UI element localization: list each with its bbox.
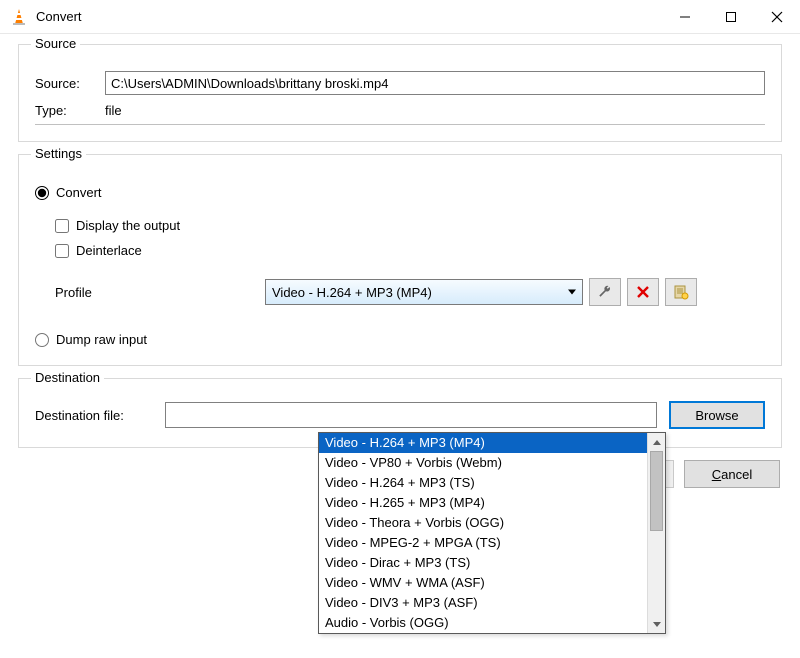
- scroll-thumb[interactable]: [650, 451, 663, 531]
- display-output-row[interactable]: Display the output: [55, 218, 765, 233]
- display-output-checkbox[interactable]: [55, 219, 69, 233]
- profile-option[interactable]: Audio - Vorbis (OGG): [319, 613, 647, 633]
- vlc-cone-icon: [10, 8, 28, 26]
- browse-button[interactable]: Browse: [669, 401, 765, 429]
- delete-x-icon: [636, 285, 650, 299]
- deinterlace-checkbox[interactable]: [55, 244, 69, 258]
- profile-option[interactable]: Video - MPEG-2 + MPGA (TS): [319, 533, 647, 553]
- profile-option[interactable]: Video - Dirac + MP3 (TS): [319, 553, 647, 573]
- destination-file-input[interactable]: [165, 402, 657, 428]
- window-title: Convert: [36, 9, 82, 24]
- chevron-down-icon: [568, 290, 576, 295]
- profile-option[interactable]: Video - H.264 + MP3 (TS): [319, 473, 647, 493]
- settings-legend: Settings: [31, 146, 86, 161]
- dump-raw-row[interactable]: Dump raw input: [35, 332, 765, 347]
- cancel-button[interactable]: Cancel: [684, 460, 780, 488]
- source-group: Source Source: Type: file: [18, 44, 782, 142]
- close-button[interactable]: [754, 0, 800, 33]
- scroll-down-icon[interactable]: [648, 615, 665, 633]
- delete-profile-button[interactable]: [627, 278, 659, 306]
- cancel-rest: ancel: [721, 467, 752, 482]
- source-path-input[interactable]: [105, 71, 765, 95]
- deinterlace-row[interactable]: Deinterlace: [55, 243, 765, 258]
- profile-dropdown[interactable]: Video - H.264 + MP3 (MP4)Video - VP80 + …: [318, 432, 666, 634]
- new-profile-button[interactable]: [665, 278, 697, 306]
- dropdown-scrollbar[interactable]: [647, 433, 665, 633]
- type-value: file: [105, 103, 122, 118]
- source-divider: [35, 124, 765, 125]
- scroll-up-icon[interactable]: [648, 433, 665, 451]
- profile-select[interactable]: Video - H.264 + MP3 (MP4): [265, 279, 583, 305]
- profile-option[interactable]: Video - WMV + WMA (ASF): [319, 573, 647, 593]
- convert-radio-row[interactable]: Convert: [35, 185, 765, 200]
- source-legend: Source: [31, 36, 80, 51]
- titlebar: Convert: [0, 0, 800, 34]
- destination-legend: Destination: [31, 370, 104, 385]
- minimize-button[interactable]: [662, 0, 708, 33]
- profile-dropdown-list: Video - H.264 + MP3 (MP4)Video - VP80 + …: [319, 433, 647, 633]
- edit-profile-button[interactable]: [589, 278, 621, 306]
- window-controls: [662, 0, 800, 33]
- cancel-mnemonic: C: [712, 467, 721, 482]
- profile-label: Profile: [35, 285, 265, 300]
- profile-option[interactable]: Video - DIV3 + MP3 (ASF): [319, 593, 647, 613]
- profile-option[interactable]: Video - VP80 + Vorbis (Webm): [319, 453, 647, 473]
- dump-raw-radio[interactable]: [35, 333, 49, 347]
- source-label: Source:: [35, 76, 105, 91]
- convert-radio-label: Convert: [56, 185, 102, 200]
- profile-option[interactable]: Video - H.265 + MP3 (MP4): [319, 493, 647, 513]
- display-output-label: Display the output: [76, 218, 180, 233]
- dump-raw-label: Dump raw input: [56, 332, 147, 347]
- maximize-button[interactable]: [708, 0, 754, 33]
- type-label: Type:: [35, 103, 105, 118]
- new-profile-icon: [673, 284, 689, 300]
- profile-select-value: Video - H.264 + MP3 (MP4): [272, 285, 432, 300]
- browse-button-label: Browse: [695, 408, 738, 423]
- destination-file-label: Destination file:: [35, 408, 165, 423]
- convert-radio[interactable]: [35, 186, 49, 200]
- deinterlace-label: Deinterlace: [76, 243, 142, 258]
- profile-option[interactable]: Video - H.264 + MP3 (MP4): [319, 433, 647, 453]
- settings-group: Settings Convert Display the output Dein…: [18, 154, 782, 366]
- profile-option[interactable]: Video - Theora + Vorbis (OGG): [319, 513, 647, 533]
- wrench-icon: [597, 284, 613, 300]
- scroll-track[interactable]: [648, 451, 665, 615]
